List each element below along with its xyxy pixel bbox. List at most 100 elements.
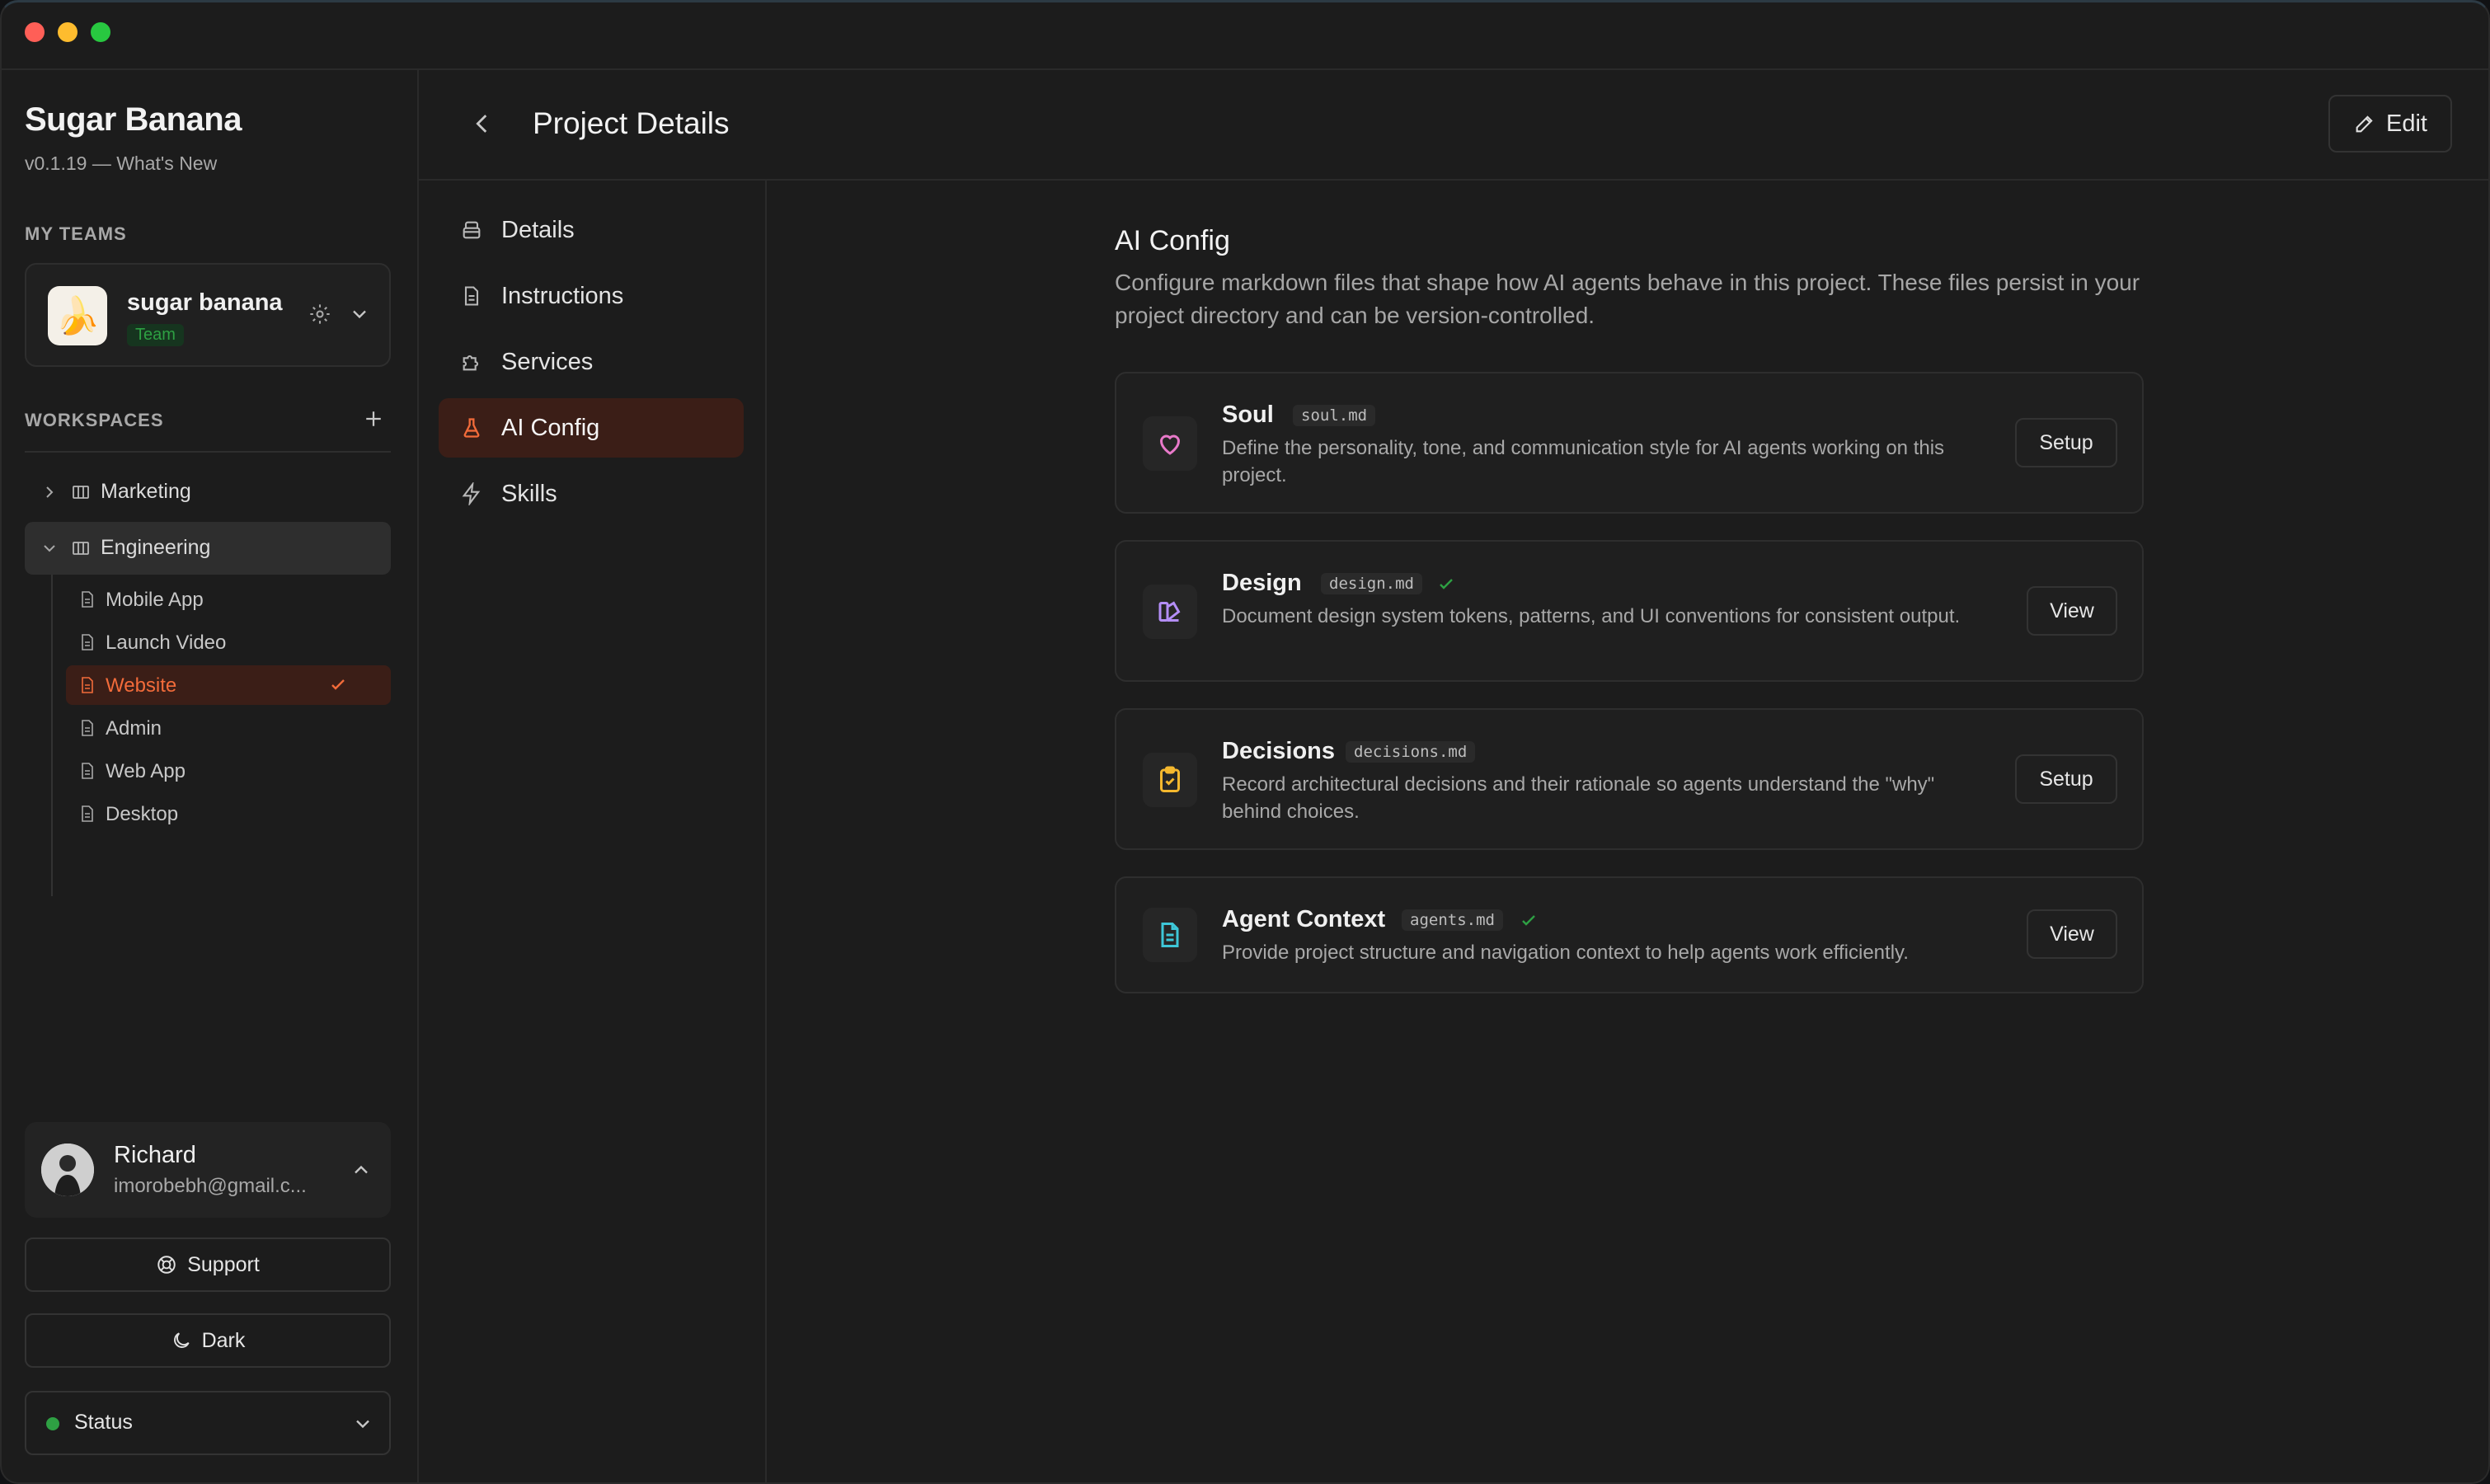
card-title: Agent Context [1222,906,1386,932]
divider [25,451,391,453]
card-description: Record architectural decisions and their… [1222,773,1935,823]
tree-guide-line [51,575,53,896]
board-icon [73,486,89,499]
edit-button[interactable]: Edit [2328,95,2452,153]
gear-icon[interactable] [308,303,331,326]
theme-label: Dark [201,1328,246,1352]
team-name: sugar banana [127,289,283,316]
sidebar: Sugar Banana v0.1.19 — What's New MY TEA… [2,68,419,1482]
status-dropdown[interactable]: Status [25,1391,391,1455]
project-item-mobile-app[interactable]: Mobile App [66,580,391,619]
file-icon [82,634,93,650]
workspace-marketing[interactable]: Marketing [25,466,391,519]
chevron-up-icon[interactable] [350,1158,373,1181]
my-teams-label: MY TEAMS [25,223,127,244]
user-name: Richard [114,1142,196,1168]
card-title: Soul [1222,402,1274,428]
status-dot [46,1417,59,1430]
close-window-button[interactable] [25,22,45,42]
tab-services[interactable]: Services [439,332,744,392]
project-label: Website [106,674,177,697]
tab-instructions[interactable]: Instructions [439,266,744,326]
user-menu[interactable]: Richard imorobebh@gmail.c... [25,1122,391,1218]
file-icon [82,763,93,779]
chevron-right-icon[interactable] [40,482,59,502]
clipboard-check-icon [1160,766,1180,792]
config-card-decisions: Decisions decisions.md Record architectu… [1115,708,2144,850]
project-item-website[interactable]: Website [66,665,391,705]
card-icon-wrap [1143,416,1197,471]
add-workspace-icon[interactable] [361,406,386,431]
tab-skills[interactable]: Skills [439,464,744,524]
page-title: Project Details [533,106,730,140]
chevron-down-icon[interactable] [348,303,371,326]
config-card-agent-context: Agent Context agents.md Provide project … [1115,876,2144,993]
project-subnav: Details Instructions Services AI Config … [419,179,767,1482]
user-email: imorobebh@gmail.c... [114,1175,307,1197]
card-filename: agents.md [1402,909,1503,931]
tab-label: Details [501,217,575,243]
minimize-window-button[interactable] [58,22,78,42]
workspace-engineering[interactable]: Engineering [25,522,391,575]
section-description: Configure markdown files that shape how … [1115,270,2140,328]
tab-label: Skills [501,481,557,507]
card-title: Decisions [1222,738,1335,764]
card-icon-wrap [1143,585,1197,639]
support-label: Support [187,1252,260,1276]
status-label: Status [74,1411,133,1434]
section-title: AI Config [1115,225,1230,256]
config-card-soul: Soul soul.md Define the personality, ton… [1115,372,2144,514]
file-icon [82,677,93,693]
check-icon [331,679,345,690]
chevron-down-icon[interactable] [40,538,59,558]
tab-label: AI Config [501,415,600,441]
avatar [41,1144,94,1196]
tab-ai-config[interactable]: AI Config [439,398,744,458]
file-text-icon [1161,923,1179,947]
edit-label: Edit [2386,110,2427,137]
project-label: Launch Video [106,632,227,654]
heart-icon [1159,434,1181,455]
theme-toggle-button[interactable]: Dark [25,1313,391,1368]
card-filename: design.md [1321,573,1422,594]
page-header: Project Details Edit [419,68,2488,181]
whats-new-link[interactable]: v0.1.19 — What's New [25,153,217,175]
moon-icon [173,1332,190,1348]
setup-button[interactable]: Setup [2015,418,2117,467]
lifebuoy-icon [157,1256,176,1274]
view-button[interactable]: View [2027,586,2117,636]
project-item-web-app[interactable]: Web App [66,751,391,791]
view-button[interactable]: View [2027,909,2117,959]
title-bar [2,2,2488,70]
project-label: Web App [106,760,186,782]
lightning-icon [462,482,481,505]
flask-icon [463,418,480,438]
tab-details[interactable]: Details [439,200,744,260]
file-icon [82,591,93,608]
board-icon [73,542,89,555]
pencil-icon [2356,115,2373,133]
card-filename: decisions.md [1346,741,1476,763]
workspace-label: Engineering [101,536,211,559]
configured-check-icon [1440,579,1453,589]
card-title: Design [1222,570,1302,596]
project-item-admin[interactable]: Admin [66,708,391,748]
team-switcher[interactable]: 🍌 sugar banana Team [25,263,391,367]
archive-icon [463,221,481,239]
project-label: Mobile App [106,589,204,611]
card-description: Provide project structure and navigation… [1222,942,1909,964]
chevron-down-icon [356,1420,369,1429]
support-button[interactable]: Support [25,1237,391,1292]
back-arrow-icon[interactable] [468,110,496,138]
file-icon [82,805,93,822]
zoom-window-button[interactable] [91,22,110,42]
workspace-label: Marketing [101,480,191,503]
setup-button[interactable]: Setup [2015,754,2117,804]
project-item-desktop[interactable]: Desktop [66,794,391,834]
file-icon [82,720,93,736]
puzzle-icon [463,355,479,371]
card-filename: soul.md [1293,405,1376,426]
project-label: Desktop [106,803,179,825]
project-item-launch-video[interactable]: Launch Video [66,622,391,662]
workspaces-label: WORKSPACES [25,410,164,430]
